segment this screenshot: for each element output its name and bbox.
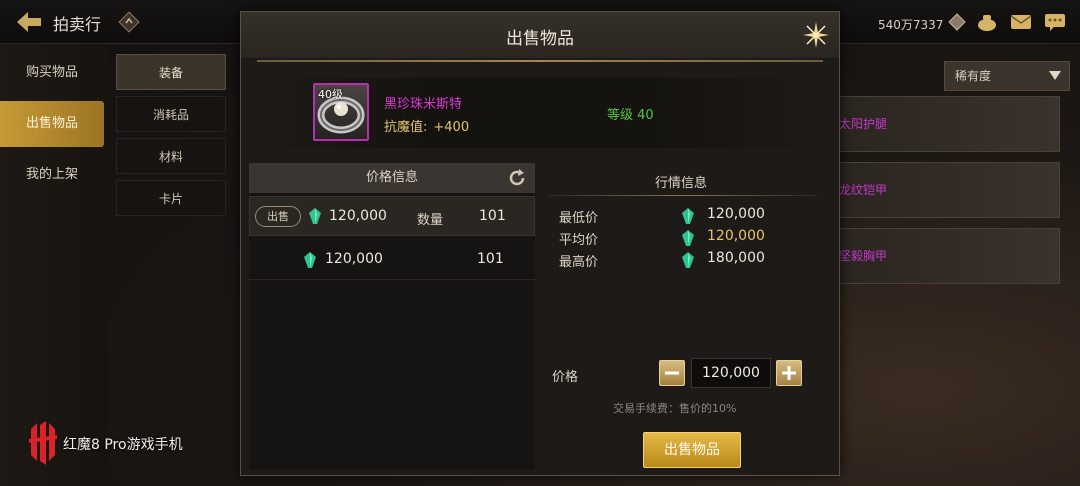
bag-icon[interactable] (976, 12, 998, 32)
row-divider (249, 279, 535, 280)
gem-icon (682, 208, 694, 224)
plus-icon (782, 366, 796, 380)
list-item[interactable]: 坚毅胸甲 (838, 228, 1060, 284)
price-row-selected[interactable]: 出售 120,000 数量 101 (249, 196, 535, 236)
auction-badge-icon (118, 11, 140, 33)
listing-price: 120,000 (329, 208, 387, 224)
increase-price-button[interactable] (776, 360, 802, 386)
price-input[interactable]: 120,000 (691, 358, 771, 388)
dialog-title: 出售物品 (506, 29, 574, 49)
market-label-avg: 平均价 (559, 233, 599, 248)
gem-icon (682, 230, 694, 246)
price-info-panel: 价格信息 出售 120,000 数量 101 120,000 101 (249, 163, 535, 469)
minus-icon (665, 371, 679, 375)
list-item[interactable]: 太阳护腿 (838, 96, 1060, 152)
item-name: 黑珍珠米斯特 (384, 97, 463, 112)
close-icon[interactable] (801, 20, 831, 50)
gem-icon (304, 252, 316, 268)
sidebar-item-sell[interactable]: 出售物品 (0, 101, 104, 147)
item-grade: 等级 40 (607, 108, 654, 123)
sell-item-button[interactable]: 出售物品 (643, 432, 741, 468)
sort-dropdown[interactable]: 稀有度 (944, 61, 1070, 91)
quantity-label: 数量 (417, 213, 444, 228)
gem-icon (682, 252, 694, 268)
decrease-price-button[interactable] (659, 360, 685, 386)
list-item-name: 坚毅胸甲 (839, 249, 888, 263)
market-value-min: 120,000 (707, 206, 765, 222)
list-item[interactable]: 龙纹铠甲 (838, 162, 1060, 218)
gem-currency-icon (948, 13, 966, 31)
device-watermark: 红魔8 Pro游戏手机 (63, 437, 183, 453)
subtab-cards[interactable]: 卡片 (116, 180, 226, 216)
sell-tag: 出售 (255, 206, 301, 227)
page-title: 拍卖行 (53, 15, 102, 34)
mail-icon[interactable] (1010, 12, 1032, 32)
back-arrow-icon[interactable] (14, 9, 44, 35)
sell-item-dialog: 出售物品 40级 黑珍珠米斯特 抗魔值: +400 等级 40 价格信息 出售 1… (240, 11, 840, 476)
item-icon-slot[interactable]: 40级 (313, 83, 369, 141)
item-level-badge: 40级 (318, 88, 343, 101)
item-stat: 抗魔值: +400 (384, 116, 469, 135)
refresh-icon[interactable] (507, 168, 527, 188)
chat-icon[interactable] (1044, 12, 1066, 32)
subtab-equipment[interactable]: 装备 (116, 54, 226, 90)
fee-note: 交易手续费：售价的10% (613, 402, 737, 415)
dialog-header: 出售物品 (241, 12, 839, 58)
list-item-name: 太阳护腿 (839, 117, 888, 131)
price-row[interactable]: 120,000 101 (249, 241, 535, 279)
market-value-max: 180,000 (707, 250, 765, 266)
market-info-title: 行情信息 (655, 176, 708, 191)
market-label-max: 最高价 (559, 255, 599, 270)
sidebar-item-my-listings[interactable]: 我的上架 (0, 152, 104, 198)
red-magic-logo-icon (29, 421, 57, 465)
subtab-materials[interactable]: 材料 (116, 138, 226, 174)
listing-price: 120,000 (325, 251, 383, 267)
price-label: 价格 (552, 370, 579, 385)
subtab-consumables[interactable]: 消耗品 (116, 96, 226, 132)
chevron-down-icon (1049, 71, 1061, 80)
currency-amount: 540万7337 (878, 18, 944, 32)
item-stat-label: 抗魔值: (384, 120, 428, 135)
gem-icon (309, 208, 321, 224)
listing-quantity: 101 (477, 251, 504, 267)
sort-selected-label: 稀有度 (955, 69, 992, 83)
header-divider (257, 60, 823, 62)
list-item-name: 龙纹铠甲 (839, 183, 888, 197)
price-info-title: 价格信息 (365, 170, 418, 185)
market-label-min: 最低价 (559, 211, 599, 226)
item-stat-value: +400 (433, 120, 470, 135)
market-info-divider (549, 195, 817, 196)
market-value-avg: 120,000 (707, 228, 765, 244)
sidebar-item-buy[interactable]: 购买物品 (0, 50, 104, 96)
price-info-header: 价格信息 (249, 163, 535, 193)
listing-quantity: 101 (479, 208, 506, 224)
